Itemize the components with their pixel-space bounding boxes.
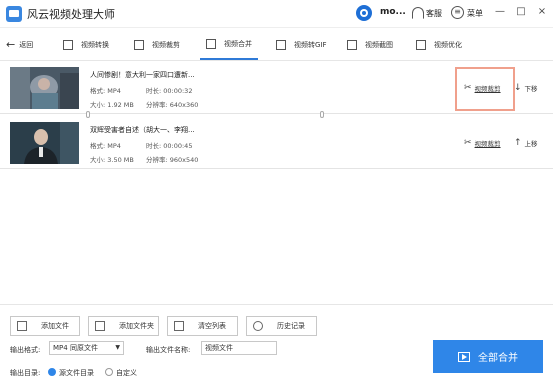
video-resolution: 分辨率: 640x360 (146, 101, 199, 109)
crop-label: 视频裁剪 (474, 140, 501, 148)
tab-label: 视频裁剪 (152, 40, 180, 49)
function-toolbar: ← 返回 视频转换 视频裁剪 视频合并 视频转GIF 视频截图 视频优化 (0, 29, 553, 61)
tab-label: 视频转换 (81, 40, 109, 49)
menu-icon[interactable]: ≡ (451, 6, 464, 19)
add-folder-button[interactable]: 添加文件夹 (88, 316, 159, 336)
output-name-input[interactable]: 视频文件 (201, 341, 277, 355)
tab-video-merge[interactable]: 视频合并 (200, 29, 258, 60)
clock-icon (253, 321, 263, 331)
crop-video-button[interactable]: ✂ 视频裁剪 (464, 138, 501, 148)
user-avatar-icon[interactable] (356, 5, 372, 21)
video-format: 格式: MP4 (90, 142, 121, 150)
chevron-down-icon: ▼ (115, 344, 120, 351)
clear-list-label: 清空列表 (198, 322, 226, 330)
tab-video-gif[interactable]: 视频转GIF (276, 29, 327, 60)
video-resolution: 分辨率: 960x540 (146, 156, 199, 164)
minimize-button[interactable]: — (494, 6, 506, 18)
screenshot-icon (347, 39, 357, 50)
video-duration: 时长: 00:00:32 (146, 87, 193, 95)
gif-icon (276, 39, 286, 50)
output-format-label: 输出格式: (10, 346, 41, 354)
tab-video-convert[interactable]: 视频转换 (63, 29, 109, 60)
tab-label: 视频优化 (434, 40, 462, 49)
merge-all-button[interactable]: 全部合并 (433, 340, 543, 373)
move-down-button[interactable]: ↓ 下移 (514, 83, 538, 93)
video-title: 人间惨剧！意大利一家四口遭新... (90, 71, 195, 79)
back-label: 返回 (19, 40, 34, 49)
add-file-label: 添加文件 (41, 322, 69, 330)
close-button[interactable]: × (536, 6, 548, 18)
optimize-icon (416, 39, 426, 50)
video-crop-icon (134, 39, 144, 50)
maximize-button[interactable]: □ (515, 6, 527, 18)
add-file-button[interactable]: 添加文件 (10, 316, 80, 336)
output-name-label: 输出文件名称: (146, 346, 191, 354)
arrow-up-icon: ↑ (514, 138, 522, 148)
video-size: 大小: 3.50 MB (90, 156, 134, 164)
video-size: 大小: 1.92 MB (90, 101, 134, 109)
app-logo-icon (6, 6, 22, 22)
menu-button[interactable]: 菜单 (467, 8, 483, 19)
move-label: 下移 (524, 85, 538, 93)
user-name[interactable]: mo... (380, 7, 406, 17)
radio-source-dir[interactable] (48, 368, 56, 376)
customer-service-button[interactable]: 客服 (426, 8, 442, 19)
video-format: 格式: MP4 (90, 87, 121, 95)
headset-icon[interactable] (412, 7, 424, 19)
scissors-icon: ✂ (464, 138, 472, 148)
arrow-down-icon: ↓ (514, 83, 522, 93)
add-file-icon (17, 321, 27, 331)
video-thumbnail (10, 67, 79, 109)
crop-highlight-box (455, 67, 515, 111)
tab-label: 视频合并 (224, 39, 252, 48)
output-format-select[interactable]: MP4 同原文件 ▼ (49, 341, 124, 355)
history-button[interactable]: 历史记录 (246, 316, 317, 336)
video-merge-icon (206, 38, 216, 49)
tab-label: 视频截图 (365, 40, 393, 49)
list-item[interactable]: 双辉受害者自述（胡大一、李翔... 格式: MP4 时长: 00:00:45 大… (0, 116, 553, 169)
video-title: 双辉受害者自述（胡大一、李翔... (90, 126, 195, 134)
add-folder-icon (95, 321, 105, 331)
video-convert-icon (63, 39, 73, 50)
tab-video-crop[interactable]: 视频裁剪 (134, 29, 180, 60)
output-format-value: MP4 同原文件 (53, 344, 98, 352)
video-duration: 时长: 00:00:45 (146, 142, 193, 150)
move-label: 上移 (524, 140, 538, 148)
arrow-left-icon: ← (6, 38, 16, 51)
app-title: 风云视频处理大师 (27, 8, 115, 21)
clear-list-button[interactable]: 清空列表 (167, 316, 238, 336)
back-button[interactable]: ← 返回 (6, 29, 33, 60)
dir-option-custom[interactable]: 自定义 (116, 368, 137, 378)
video-thumbnail (10, 122, 79, 164)
move-up-button[interactable]: ↑ 上移 (514, 138, 538, 148)
dir-option-source[interactable]: 源文件目录 (59, 368, 94, 378)
tab-video-screenshot[interactable]: 视频截图 (347, 29, 393, 60)
play-icon (458, 351, 470, 362)
output-dir-label: 输出目录: (10, 369, 41, 377)
merge-all-label: 全部合并 (478, 353, 518, 364)
history-label: 历史记录 (277, 322, 305, 330)
radio-custom-dir[interactable] (105, 368, 113, 376)
add-folder-label: 添加文件夹 (119, 322, 154, 330)
trash-icon (174, 321, 184, 331)
tab-label: 视频转GIF (294, 40, 327, 49)
title-bar: 风云视频处理大师 mo... 客服 ≡ 菜单 — □ × (0, 0, 553, 28)
tab-video-optimize[interactable]: 视频优化 (416, 29, 462, 60)
